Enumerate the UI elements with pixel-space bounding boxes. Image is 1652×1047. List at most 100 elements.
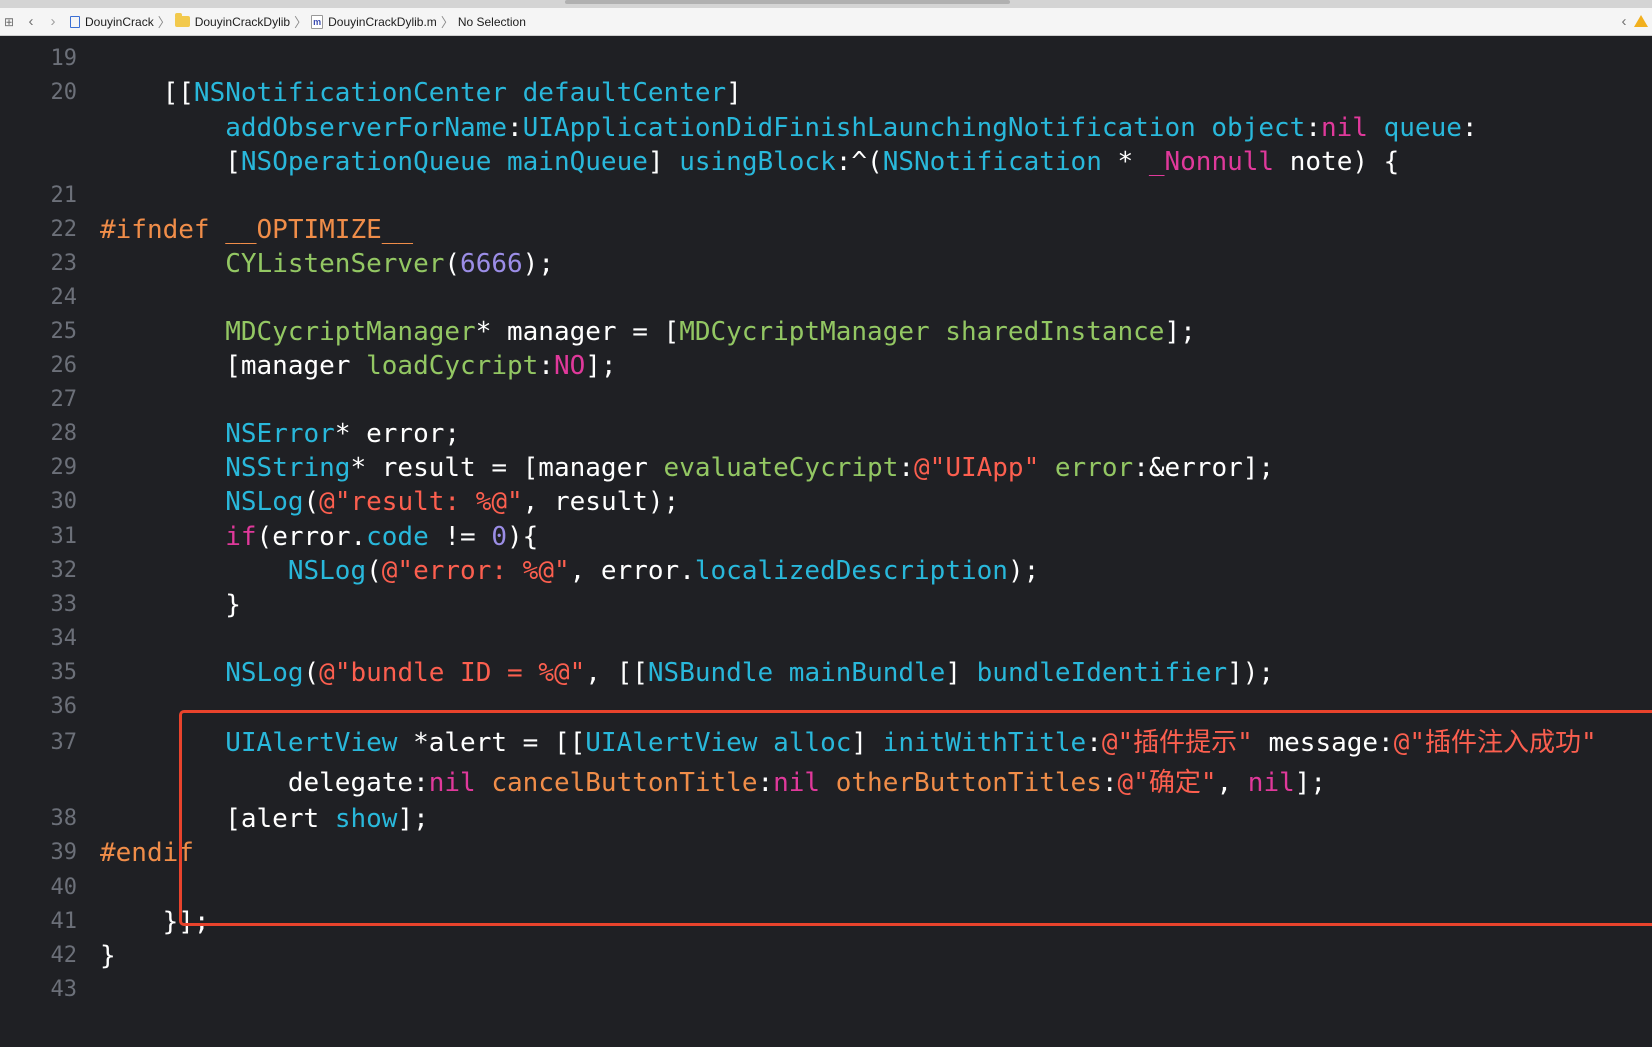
code-line[interactable]: 19 [0, 42, 1652, 76]
code-token: #ifndef __OPTIMIZE__ [100, 215, 414, 245]
code-token: , error. [569, 556, 695, 586]
code-token: , [[ [585, 658, 648, 688]
line-number: 23 [50, 251, 78, 276]
code-line[interactable]: 32 NSLog(@"error: %@", error.localizedDe… [0, 554, 1652, 588]
code-token: if [225, 522, 257, 552]
breadcrumb-group-label: DouyinCrackDylib [194, 14, 291, 29]
code-token: [[ [100, 78, 194, 108]
code-token: ]; [1164, 317, 1196, 347]
code-line[interactable]: 27 [0, 383, 1652, 417]
code-text: NSLog(@"result: %@", result); [100, 485, 679, 519]
code-token: @"bundle ID = %@" [319, 658, 586, 688]
code-line[interactable]: 20 [[NSNotificationCenter defaultCenter] [0, 76, 1652, 110]
code-token: nil [1320, 113, 1368, 143]
project-file-icon [70, 15, 80, 28]
code-token: ] [647, 147, 680, 177]
code-line[interactable]: 29 NSString* result = [manager evaluateC… [0, 451, 1652, 485]
code-line[interactable]: 43 [0, 973, 1652, 1007]
code-text: #ifndef __OPTIMIZE__ [100, 213, 413, 247]
source-editor[interactable]: 19 20 [[NSNotificationCenter defaultCente… [0, 36, 1652, 1047]
breadcrumb-project[interactable]: DouyinCrack [70, 15, 154, 29]
code-token: : [898, 453, 915, 483]
line-number: 27 [50, 387, 78, 412]
code-token: mainBundle [788, 658, 946, 688]
breadcrumb-selection[interactable]: No Selection [458, 15, 526, 29]
code-token: NSLog [225, 658, 304, 688]
line-number: 33 [50, 592, 78, 617]
code-token: queue [1383, 113, 1462, 143]
line-number: 39 [50, 840, 78, 865]
code-token: @"result: %@" [319, 487, 523, 517]
code-token: ); [1007, 556, 1040, 586]
code-token: NSNotificationCenter [193, 78, 507, 108]
code-token: * result = [manager [350, 453, 664, 483]
code-line[interactable]: 21 [0, 179, 1652, 213]
code-token: } [100, 941, 116, 971]
code-token: note) { [1274, 147, 1400, 177]
code-token: ); [522, 249, 554, 279]
code-line[interactable]: 28 NSError* error; [0, 417, 1652, 451]
code-token: [ [100, 147, 241, 177]
code-line[interactable]: 42} [0, 939, 1652, 973]
code-token: object [1211, 113, 1306, 143]
code-token: NSLog [287, 556, 367, 586]
breadcrumb-project-label: DouyinCrack [85, 14, 154, 29]
code-line[interactable]: 22 #ifndef __OPTIMIZE__ [0, 213, 1652, 247]
code-text: NSLog(@"error: %@", error.localizedDescr… [100, 554, 1039, 588]
warning-icon[interactable] [1634, 15, 1648, 27]
code-token: 6666 [460, 249, 523, 279]
code-line[interactable]: addObserverForName:UIApplicationDidFinis… [0, 111, 1652, 145]
line-number: 40 [50, 875, 78, 900]
line-number: 24 [50, 285, 78, 310]
code-token: [manager [100, 351, 367, 381]
code-text: } [100, 588, 241, 622]
code-token: ]; [585, 351, 617, 381]
code-token: ){ [507, 522, 539, 552]
code-line[interactable]: 31 if(error.code != 0){ [0, 520, 1652, 554]
back-arrow-icon[interactable]: ‹ [24, 13, 38, 30]
code-line[interactable]: 24 [0, 281, 1652, 315]
line-number: 31 [50, 524, 78, 549]
code-line[interactable]: 23 CYListenServer(6666); [0, 247, 1652, 281]
breadcrumb-group[interactable]: DouyinCrackDylib [174, 13, 291, 29]
code-token: code [366, 522, 429, 552]
code-token: NO [553, 351, 586, 381]
code-token: evaluateCycript [663, 453, 899, 483]
code-line[interactable]: 30 NSLog(@"result: %@", result); [0, 485, 1652, 519]
code-token: NSBundle [647, 658, 774, 688]
folder-icon [174, 13, 190, 27]
breadcrumb-selection-label: No Selection [457, 14, 526, 29]
horizontal-scroll-thumb[interactable] [565, 0, 1010, 4]
related-items-icon[interactable]: ⊞ [2, 15, 16, 29]
code-token: defaultCenter [522, 78, 727, 108]
code-line[interactable]: 33 } [0, 588, 1652, 622]
code-token: bundleIdentifier [976, 658, 1228, 688]
code-line[interactable]: 25 MDCycriptManager* manager = [MDCycrip… [0, 315, 1652, 349]
code-token: : [507, 113, 523, 143]
code-text: NSError* error; [100, 417, 460, 451]
code-line[interactable]: 35 NSLog(@"bundle ID = %@", [[NSBundle m… [0, 656, 1652, 690]
breadcrumb-file-label: DouyinCrackDylib.m [328, 14, 437, 29]
code-token: 0 [491, 522, 508, 552]
code-token: usingBlock [679, 147, 836, 177]
line-number: 41 [50, 909, 78, 934]
code-line[interactable]: 26 [manager loadCycript:NO]; [0, 349, 1652, 383]
code-line[interactable]: 34 [0, 622, 1652, 656]
code-line[interactable]: [NSOperationQueue mainQueue] usingBlock:… [0, 145, 1652, 179]
breadcrumb-file[interactable]: m DouyinCrackDylib.m [311, 14, 437, 29]
code-token: :^( [835, 147, 883, 177]
previous-issue-icon[interactable]: ‹ [1618, 13, 1630, 30]
code-token: CYListenServer [225, 249, 445, 279]
forward-arrow-icon[interactable]: › [46, 13, 60, 30]
code-token: NSError [225, 419, 335, 449]
code-text: MDCycriptManager* manager = [MDCycriptMa… [100, 315, 1196, 349]
code-token: * [1101, 147, 1149, 177]
